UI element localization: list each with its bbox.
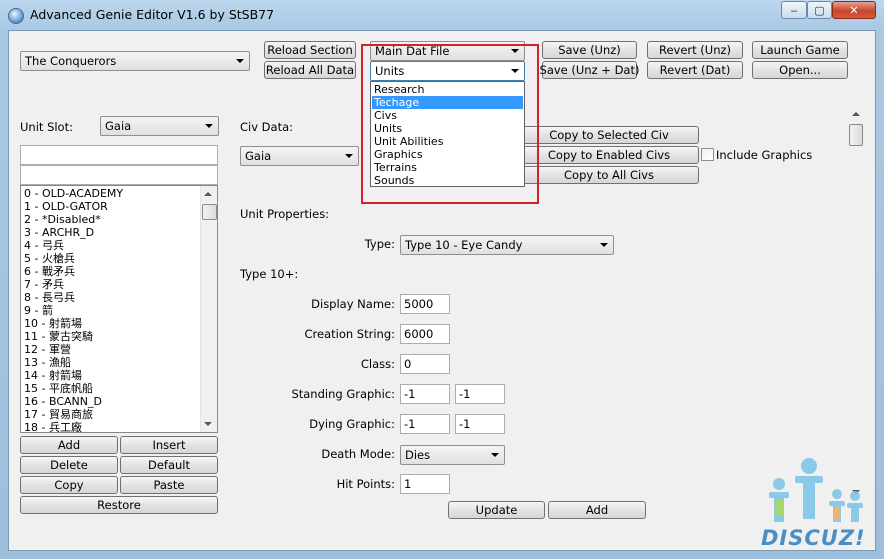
list-item[interactable]: 12 - 軍營	[24, 343, 71, 356]
list-item[interactable]: 13 - 漁船	[24, 356, 71, 369]
include-graphics-checkbox[interactable]	[701, 148, 714, 161]
class-label: Class:	[360, 357, 395, 371]
discuz-watermark: DISCUZ!	[757, 456, 875, 551]
scroll-thumb[interactable]	[849, 124, 863, 146]
dying-graphic-label: Dying Graphic:	[309, 417, 395, 431]
unit-type-value: Type 10 - Eye Candy	[405, 238, 523, 252]
include-graphics-label: Include Graphics	[716, 148, 813, 162]
list-item[interactable]: 17 - 貿易商旅	[24, 408, 93, 421]
main-panel: The Conquerors Reload Section Reload All…	[8, 30, 876, 551]
copy-to-all-civs-button[interactable]: Copy to All Civs	[519, 166, 699, 184]
window-title: Advanced Genie Editor V1.6 by StSB77	[30, 7, 275, 22]
list-item[interactable]: 8 - 長弓兵	[24, 291, 75, 304]
highlight-box	[361, 44, 539, 204]
list-item[interactable]: 1 - OLD-GATOR	[24, 200, 108, 213]
close-button[interactable]: ✕	[832, 1, 876, 19]
standing-graphic-label: Standing Graphic:	[291, 387, 395, 401]
application-window: Advanced Genie Editor V1.6 by StSB77 ‒ ▢…	[0, 0, 884, 559]
watermark-text: DISCUZ!	[761, 526, 866, 550]
unit-slot-value: Gaia	[105, 119, 132, 133]
list-item[interactable]: 5 - 火槍兵	[24, 252, 75, 265]
scroll-up-icon[interactable]	[852, 112, 860, 116]
civ-data-label: Civ Data:	[240, 120, 294, 134]
reload-section-button[interactable]: Reload Section	[264, 41, 356, 59]
display-name-label: Display Name:	[311, 297, 395, 311]
list-item[interactable]: 16 - BCANN_D	[24, 395, 102, 408]
dying-graphic-input-1[interactable]: -1	[400, 414, 450, 434]
type10-label: Type 10+:	[240, 267, 299, 281]
chevron-down-icon	[205, 124, 213, 128]
list-item[interactable]: 4 - 弓兵	[24, 239, 64, 252]
death-mode-value: Dies	[405, 448, 431, 462]
minimize-button[interactable]: ‒	[781, 1, 807, 19]
maximize-button[interactable]: ▢	[807, 1, 832, 19]
display-name-input[interactable]: 5000	[400, 294, 450, 314]
unit-search-input[interactable]	[20, 145, 218, 165]
open-button[interactable]: Open...	[752, 61, 848, 79]
hit-points-label: Hit Points:	[336, 477, 395, 491]
game-version-value: The Conquerors	[25, 54, 117, 68]
default-unit-button[interactable]: Default	[120, 456, 218, 474]
chevron-down-icon	[600, 243, 608, 247]
scroll-down-icon[interactable]	[204, 422, 212, 426]
insert-unit-button[interactable]: Insert	[120, 436, 218, 454]
add-button[interactable]: Add	[548, 501, 646, 519]
death-mode-label: Death Mode:	[321, 447, 395, 461]
unit-slot-label: Unit Slot:	[20, 120, 73, 134]
scroll-thumb[interactable]	[202, 204, 217, 220]
death-mode-combo[interactable]: Dies	[400, 445, 505, 465]
save-unz-button[interactable]: Save (Unz)	[542, 41, 637, 59]
launch-game-button[interactable]: Launch Game	[752, 41, 848, 59]
reload-all-data-button[interactable]: Reload All Data	[264, 61, 356, 79]
copy-to-selected-civ-button[interactable]: Copy to Selected Civ	[519, 126, 699, 144]
unit-list-scrollbar[interactable]	[200, 186, 217, 432]
list-item[interactable]: 7 - 矛兵	[24, 278, 64, 291]
copy-unit-button[interactable]: Copy	[20, 476, 118, 494]
list-item[interactable]: 2 - *Disabled*	[24, 213, 101, 226]
chevron-down-icon	[236, 59, 244, 63]
creation-string-label: Creation String:	[304, 327, 395, 341]
unit-filter-input[interactable]	[20, 165, 218, 185]
paste-unit-button[interactable]: Paste	[120, 476, 218, 494]
update-button[interactable]: Update	[448, 501, 545, 519]
list-item[interactable]: 6 - 戰矛兵	[24, 265, 75, 278]
list-item[interactable]: 9 - 箭	[24, 304, 53, 317]
creation-string-input[interactable]: 6000	[400, 324, 450, 344]
list-item[interactable]: 3 - ARCHR_D	[24, 226, 94, 239]
delete-unit-button[interactable]: Delete	[20, 456, 118, 474]
game-version-combo[interactable]: The Conquerors	[20, 51, 250, 71]
unit-list[interactable]: 0 - OLD-ACADEMY 1 - OLD-GATOR 2 - *Disable…	[20, 185, 218, 433]
list-item[interactable]: 14 - 射箭場	[24, 369, 82, 382]
revert-unz-button[interactable]: Revert (Unz)	[647, 41, 743, 59]
list-item[interactable]: 11 - 蒙古突騎	[24, 330, 93, 343]
list-item[interactable]: 15 - 平底帆船	[24, 382, 93, 395]
add-unit-button[interactable]: Add	[20, 436, 118, 454]
list-item[interactable]: 18 - 兵工廠	[24, 421, 82, 432]
list-item[interactable]: 0 - OLD-ACADEMY	[24, 187, 123, 200]
properties-scrollbar[interactable]	[847, 106, 865, 501]
list-item[interactable]: 10 - 射箭場	[24, 317, 82, 330]
unit-type-combo[interactable]: Type 10 - Eye Candy	[400, 235, 614, 255]
app-icon	[8, 8, 24, 24]
chevron-down-icon	[345, 154, 353, 158]
civ-data-combo[interactable]: Gaia	[240, 146, 359, 166]
standing-graphic-input-1[interactable]: -1	[400, 384, 450, 404]
restore-unit-button[interactable]: Restore	[20, 496, 218, 514]
scroll-up-icon[interactable]	[204, 192, 212, 196]
unit-properties-label: Unit Properties:	[240, 207, 330, 221]
title-bar[interactable]: Advanced Genie Editor V1.6 by StSB77 ‒ ▢…	[0, 0, 884, 30]
chevron-down-icon	[491, 453, 499, 457]
dying-graphic-input-2[interactable]: -1	[455, 414, 505, 434]
copy-to-enabled-civs-button[interactable]: Copy to Enabled Civs	[519, 146, 699, 164]
type-label: Type:	[364, 237, 395, 251]
class-input[interactable]: 0	[400, 354, 450, 374]
civ-data-value: Gaia	[245, 149, 272, 163]
save-unz-dat-button[interactable]: Save (Unz + Dat)	[540, 61, 639, 79]
revert-dat-button[interactable]: Revert (Dat)	[647, 61, 743, 79]
unit-slot-combo[interactable]: Gaia	[100, 116, 219, 136]
hit-points-input[interactable]: 1	[400, 474, 450, 494]
standing-graphic-input-2[interactable]: -1	[455, 384, 505, 404]
